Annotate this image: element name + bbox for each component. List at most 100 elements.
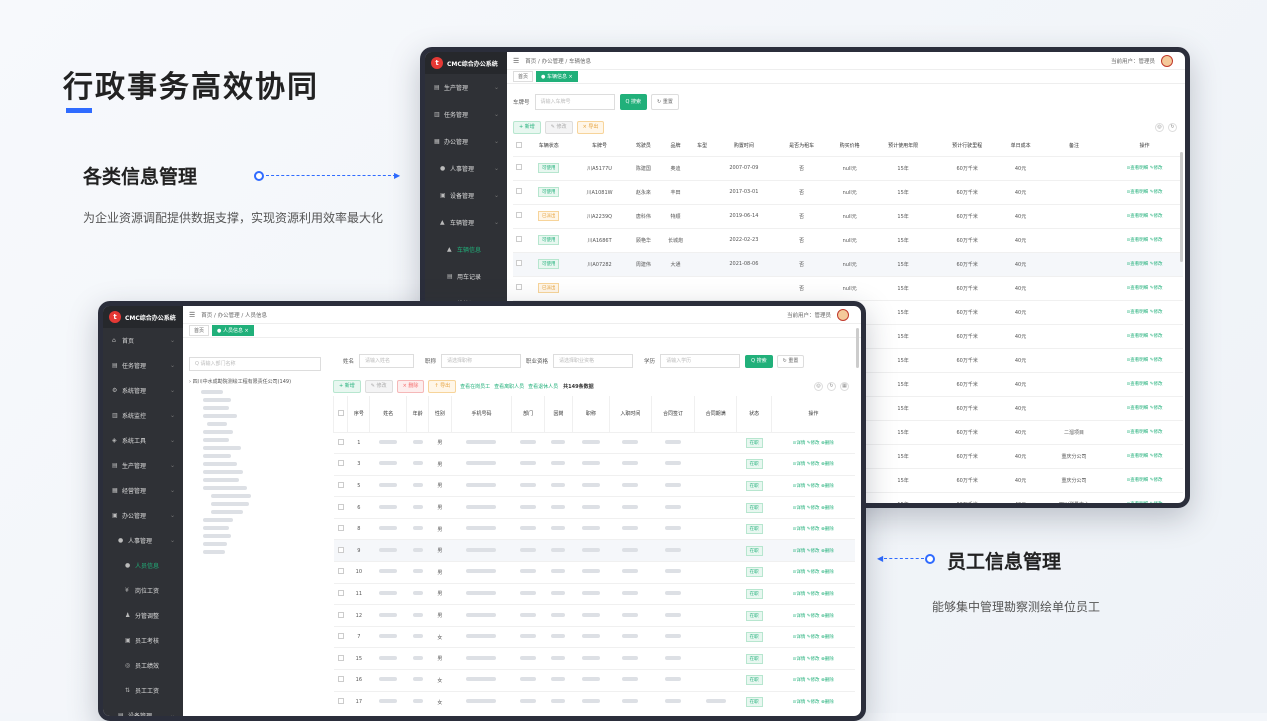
tree-node[interactable]	[189, 492, 329, 500]
export-button[interactable]: ↑ 导出	[428, 379, 457, 393]
edit-button[interactable]: ✎ 修改	[364, 379, 393, 393]
sidebar-item-1[interactable]: ▥ 任务管理 ⌄	[425, 101, 507, 128]
sidebar-item-14[interactable]: ⇅ 员工工资	[103, 678, 183, 703]
view-detail-link[interactable]: ⊙查看明细	[1127, 334, 1149, 339]
view-detail-link[interactable]: ⊙查看明细	[1127, 238, 1149, 243]
table-row[interactable]: 5 男 在职 ⊙详情 ✎修改 ⊗删除	[333, 474, 855, 497]
tree-node[interactable]	[189, 468, 329, 476]
delete-link[interactable]: ⊗删除	[821, 484, 834, 489]
select-all-checkbox[interactable]	[337, 409, 344, 416]
edit-link[interactable]: ✎修改	[807, 635, 820, 640]
tree-node[interactable]	[189, 460, 329, 468]
detail-link[interactable]: ⊙详情	[793, 635, 806, 640]
table-row[interactable]: 16 女 在职 ⊙详情 ✎修改 ⊗删除	[333, 669, 855, 692]
sidebar-item-2[interactable]: ▦ 办公管理 ⌄	[425, 128, 507, 155]
detail-link[interactable]: ⊙详情	[793, 592, 806, 597]
view-detail-link[interactable]: ⊙查看明细	[1127, 478, 1149, 483]
sidebar-item-15[interactable]: ▤ 设备管理 ⌄	[103, 703, 183, 716]
scrollbar[interactable]	[856, 328, 859, 368]
table-row[interactable]: 15 男 在职 ⊙详情 ✎修改 ⊗删除	[333, 647, 855, 670]
row-checkbox[interactable]	[337, 676, 344, 683]
view-detail-link[interactable]: ⊙查看明细	[1127, 166, 1149, 171]
table-row[interactable]: 已派出 川A2239Q 唐科伟 特顺 2019-06-14 否 null元 15年 60万千米 4…	[513, 203, 1183, 228]
delete-link[interactable]: ⊗删除	[821, 570, 834, 575]
tree-node[interactable]	[189, 452, 329, 460]
table-row[interactable]: 已派出 否 null元 15年 60万千米 40元 ⊙查看明细 ✎修改	[513, 275, 1183, 300]
tree-node[interactable]	[189, 524, 329, 532]
tree-node[interactable]	[189, 404, 329, 412]
tab-personnel-info[interactable]: ● 人员信息 ×	[212, 325, 254, 336]
delete-link[interactable]: ⊗删除	[821, 657, 834, 662]
tree-node[interactable]	[189, 476, 329, 484]
row-checkbox[interactable]	[337, 654, 344, 661]
edit-link[interactable]: ✎修改	[1150, 286, 1163, 291]
scrollbar[interactable]	[1180, 152, 1183, 262]
edit-link[interactable]: ✎修改	[807, 527, 820, 532]
table-row[interactable]: 1 男 在职 ⊙详情 ✎修改 ⊗删除	[333, 431, 855, 454]
detail-link[interactable]: ⊙详情	[793, 570, 806, 575]
edit-link[interactable]: ✎修改	[1150, 358, 1163, 363]
add-button[interactable]: + 新增	[513, 120, 541, 134]
view-detail-link[interactable]: ⊙查看明细	[1127, 358, 1149, 363]
table-row[interactable]: 3 男 在职 ⊙详情 ✎修改 ⊗删除	[333, 453, 855, 476]
link-active-staff[interactable]: 查看在岗员工	[460, 383, 490, 390]
sidebar-item-6[interactable]: ▦ 经营管理 ⌄	[103, 478, 183, 503]
edit-link[interactable]: ✎修改	[1150, 478, 1163, 483]
detail-link[interactable]: ⊙详情	[793, 614, 806, 619]
tree-node[interactable]	[189, 436, 329, 444]
sidebar-item-7[interactable]: ▣ 办公管理 ⌄	[103, 503, 183, 528]
row-checkbox[interactable]	[516, 260, 523, 266]
sidebar-item-4[interactable]: ◈ 系统工具 ⌄	[103, 428, 183, 453]
edit-link[interactable]: ✎修改	[1150, 310, 1163, 315]
table-row[interactable]: 9 男 在职 ⊙详情 ✎修改 ⊗删除	[333, 539, 855, 562]
table-row[interactable]: 10 男 在职 ⊙详情 ✎修改 ⊗删除	[333, 561, 855, 584]
menu-toggle-icon[interactable]: ☰	[513, 57, 519, 65]
sidebar-item-10[interactable]: ¥ 岗位工资	[103, 578, 183, 603]
row-checkbox[interactable]	[337, 568, 344, 575]
detail-link[interactable]: ⊙详情	[793, 484, 806, 489]
view-detail-link[interactable]: ⊙查看明细	[1127, 190, 1149, 195]
edit-link[interactable]: ✎修改	[807, 484, 820, 489]
row-checkbox[interactable]	[516, 236, 523, 242]
add-button[interactable]: + 新增	[333, 379, 361, 393]
sidebar-item-9[interactable]: ● 人员信息	[103, 553, 183, 578]
delete-link[interactable]: ⊗删除	[821, 462, 834, 467]
row-checkbox[interactable]	[337, 481, 344, 488]
search-toggle-icon[interactable]: ◎	[1155, 122, 1164, 132]
sidebar-item-6[interactable]: ▲ 车辆信息	[425, 236, 507, 263]
edit-link[interactable]: ✎修改	[1150, 166, 1163, 171]
sidebar-item-2[interactable]: ⚙ 系统管理 ⌄	[103, 378, 183, 403]
table-row[interactable]: 8 男 在职 ⊙详情 ✎修改 ⊗删除	[333, 517, 855, 540]
edit-link[interactable]: ✎修改	[807, 506, 820, 511]
refresh-icon[interactable]: ↻	[827, 381, 836, 391]
view-detail-link[interactable]: ⊙查看明细	[1127, 262, 1149, 267]
table-row[interactable]: 6 男 在职 ⊙详情 ✎修改 ⊗删除	[333, 496, 855, 519]
edit-link[interactable]: ✎修改	[1150, 214, 1163, 219]
delete-link[interactable]: ⊗删除	[821, 614, 834, 619]
dept-search-input[interactable]: Q 请输入部门名称	[189, 357, 321, 371]
tree-node[interactable]	[189, 484, 329, 492]
sidebar-item-5[interactable]: ▲ 车辆管理 ⌄	[425, 209, 507, 236]
sidebar-item-0[interactable]: ⌂ 首页 ⌄	[103, 328, 183, 353]
edit-link[interactable]: ✎修改	[807, 570, 820, 575]
row-checkbox[interactable]	[337, 611, 344, 618]
table-row[interactable]: 可使用 川A1081W 赵永來 丰田 2017-03-01 否 null元 15年 60万千米 4…	[513, 179, 1183, 204]
tree-node[interactable]	[189, 396, 329, 404]
detail-link[interactable]: ⊙详情	[793, 549, 806, 554]
detail-link[interactable]: ⊙详情	[793, 678, 806, 683]
table-row[interactable]: 可使用 川A1686T 顾艳华 长城炮 2022-02-23 否 null元 15年 60万千米…	[513, 227, 1183, 252]
edit-link[interactable]: ✎修改	[807, 549, 820, 554]
edit-link[interactable]: ✎修改	[1150, 238, 1163, 243]
avatar[interactable]	[1161, 55, 1173, 67]
table-row[interactable]: 可使用 川A5177U 陈建国 奥迪 2007-07-09 否 null元 15年 60万千米 4…	[513, 155, 1183, 180]
menu-toggle-icon[interactable]: ☰	[189, 311, 195, 319]
select-all-checkbox[interactable]	[516, 141, 523, 148]
tab-home[interactable]: 首页	[189, 325, 210, 336]
view-detail-link[interactable]: ⊙查看明细	[1127, 430, 1149, 435]
delete-link[interactable]: ⊗删除	[821, 678, 834, 683]
tree-node[interactable]	[189, 444, 329, 452]
detail-link[interactable]: ⊙详情	[793, 441, 806, 446]
row-checkbox[interactable]	[516, 188, 523, 194]
link-resigned[interactable]: 查看离职人员	[494, 383, 524, 390]
search-button[interactable]: Q 搜索	[619, 94, 648, 110]
